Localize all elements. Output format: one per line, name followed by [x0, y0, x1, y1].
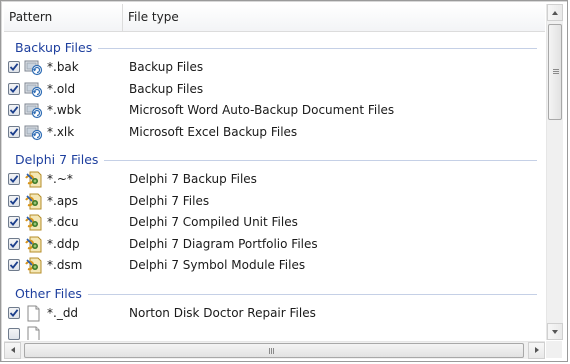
- scroll-up-button[interactable]: [547, 4, 563, 21]
- column-header-file-type[interactable]: File type: [123, 4, 528, 31]
- backup-file-icon: [24, 59, 44, 76]
- delphi-file-icon: [24, 214, 44, 231]
- delphi-file-icon: [24, 257, 44, 274]
- group-divider-line: [87, 293, 537, 295]
- backup-file-icon: [24, 102, 44, 119]
- item-file-type: Delphi 7 Symbol Module Files: [129, 258, 306, 272]
- item-pattern: *.wbk: [47, 103, 82, 117]
- list-item[interactable]: *.bak Backup Files: [4, 58, 545, 80]
- list-rows: Backup Files *.bak Backup Files *.old Backup…: [4, 32, 545, 340]
- list-item[interactable]: *.dcu Delphi 7 Compiled Unit Files: [4, 213, 545, 235]
- list-item[interactable]: *.dsm Delphi 7 Symbol Module Files: [4, 256, 545, 278]
- scroll-down-button[interactable]: [547, 323, 563, 340]
- column-header: Pattern File type: [4, 4, 545, 32]
- vertical-scrollbar[interactable]: [546, 4, 563, 340]
- item-checkbox[interactable]: [8, 216, 20, 228]
- item-checkbox[interactable]: [8, 194, 20, 207]
- arrow-down-icon: [552, 330, 558, 334]
- item-checkbox[interactable]: [8, 125, 20, 138]
- backup-file-icon: [24, 81, 44, 98]
- group-divider-line: [104, 160, 537, 161]
- horizontal-scrollbar[interactable]: [4, 341, 545, 359]
- column-header-pattern[interactable]: Pattern: [4, 4, 122, 31]
- list-item[interactable]: *.aps Delphi 7 Files: [4, 192, 545, 214]
- item-pattern: *.aps: [47, 193, 79, 208]
- vertical-scroll-thumb[interactable]: [548, 24, 562, 120]
- item-file-type: Microsoft Word Auto-Backup Document File…: [129, 103, 395, 117]
- list-item[interactable]: [4, 325, 545, 340]
- item-pattern: *.old: [47, 81, 76, 96]
- blank-file-icon: [24, 305, 44, 322]
- blank-file-icon: [24, 326, 44, 340]
- item-file-type: Delphi 7 Backup Files: [129, 172, 257, 186]
- list-item[interactable]: *.ddp Delphi 7 Diagram Portfolio Files: [4, 235, 545, 257]
- item-file-type: Microsoft Excel Backup Files: [129, 124, 298, 139]
- scroll-left-button[interactable]: [4, 342, 21, 359]
- item-pattern: *.~*: [47, 172, 73, 186]
- file-pattern-list: Pattern File type Backup Files *.bak Backu…: [0, 0, 568, 362]
- item-checkbox[interactable]: [8, 259, 20, 271]
- backup-file-icon: [24, 124, 44, 141]
- item-checkbox[interactable]: [8, 104, 20, 116]
- item-file-type: Norton Disk Doctor Repair Files: [129, 305, 316, 320]
- item-pattern: *._dd: [47, 305, 79, 320]
- delphi-file-icon: [24, 193, 44, 210]
- item-file-type: Backup Files: [129, 60, 204, 74]
- item-pattern: *.xlk: [47, 124, 75, 139]
- item-pattern: *.dcu: [47, 215, 79, 229]
- list-item[interactable]: *.~* Delphi 7 Backup Files: [4, 170, 545, 192]
- item-checkbox[interactable]: [8, 306, 20, 319]
- item-checkbox[interactable]: [8, 82, 20, 95]
- scrollbar-corner: [546, 341, 562, 358]
- item-pattern: *.dsm: [47, 258, 83, 272]
- list-item[interactable]: *.xlk Microsoft Excel Backup Files: [4, 123, 545, 145]
- item-checkbox[interactable]: [8, 61, 20, 73]
- arrow-left-icon: [11, 347, 15, 353]
- item-file-type: Delphi 7 Files: [129, 193, 210, 208]
- item-checkbox[interactable]: [8, 328, 20, 340]
- delphi-file-icon: [24, 236, 44, 253]
- group-label: Other Files: [15, 285, 82, 301]
- delphi-file-icon: [24, 171, 44, 188]
- item-file-type: Delphi 7 Diagram Portfolio Files: [129, 236, 318, 251]
- item-file-type: Backup Files: [129, 81, 204, 96]
- group-header[interactable]: Other Files: [4, 278, 545, 304]
- group-divider-line: [98, 48, 537, 49]
- arrow-right-icon: [535, 347, 539, 353]
- item-pattern: *.bak: [47, 60, 79, 74]
- item-checkbox[interactable]: [8, 173, 20, 185]
- group-label: Delphi 7 Files: [15, 152, 99, 167]
- group-label: Backup Files: [15, 40, 93, 55]
- group-header[interactable]: Backup Files: [4, 32, 545, 58]
- list-viewport: Pattern File type Backup Files *.bak Backu…: [4, 4, 545, 340]
- horizontal-scroll-thumb[interactable]: [24, 343, 524, 358]
- list-item[interactable]: *.wbk Microsoft Word Auto-Backup Document…: [4, 101, 545, 123]
- group-header[interactable]: Delphi 7 Files: [4, 144, 545, 170]
- arrow-up-icon: [552, 11, 558, 15]
- item-checkbox[interactable]: [8, 237, 20, 250]
- item-pattern: *.ddp: [47, 236, 80, 251]
- scroll-right-button[interactable]: [528, 342, 545, 359]
- item-file-type: Delphi 7 Compiled Unit Files: [129, 215, 298, 229]
- list-item[interactable]: *._dd Norton Disk Doctor Repair Files: [4, 304, 545, 326]
- list-item[interactable]: *.old Backup Files: [4, 80, 545, 102]
